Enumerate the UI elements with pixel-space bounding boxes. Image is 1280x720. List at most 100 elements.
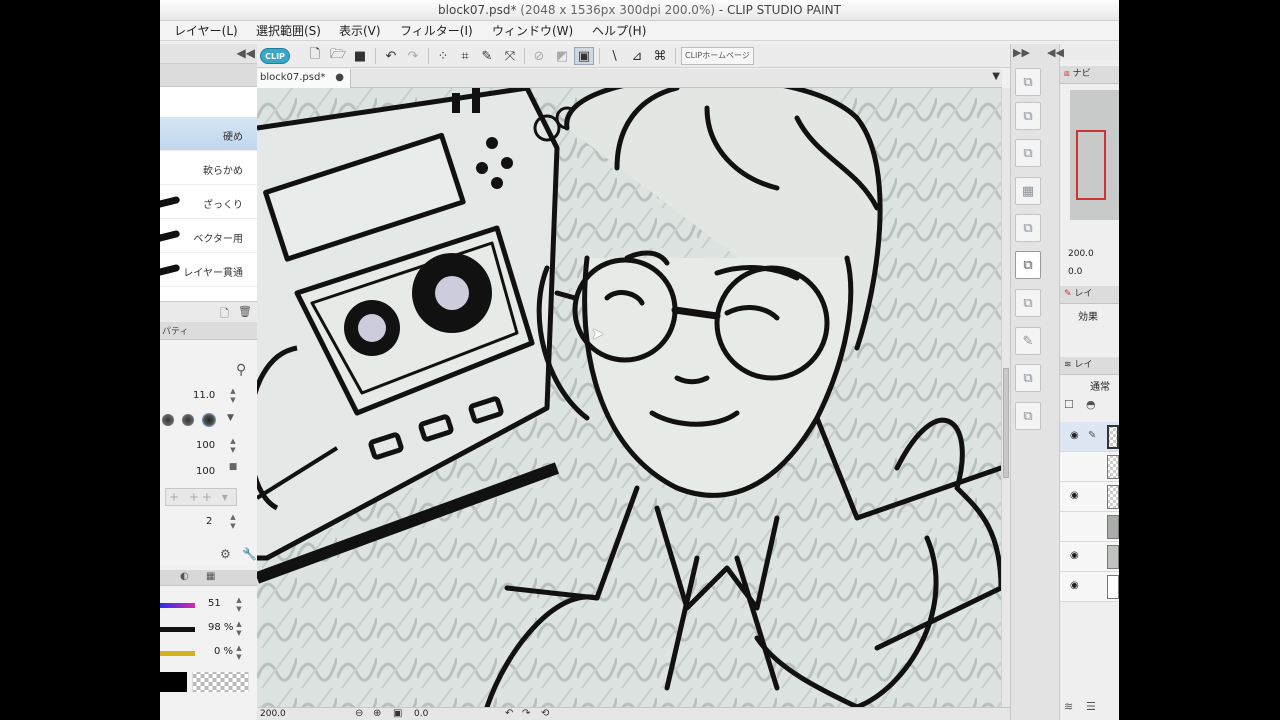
special-ruler-snap-icon[interactable]: ⊿ [627, 47, 647, 65]
brightness-value[interactable]: 0 % [214, 646, 233, 657]
brush-tip-medium-icon[interactable] [182, 414, 194, 426]
new-file-icon[interactable]: 🗋 [305, 47, 325, 65]
main-color-swatch[interactable] [160, 672, 187, 692]
density-value[interactable]: 100 [196, 466, 215, 477]
layer-row[interactable] [1060, 512, 1119, 542]
canvas-vertical-scrollbar[interactable] [1001, 88, 1010, 707]
undo-icon[interactable]: ↶ [381, 47, 401, 65]
color-set-tab-icon[interactable]: ▦ [206, 571, 215, 582]
brush-tip-large-icon[interactable] [202, 413, 216, 427]
visibility-eye-icon[interactable]: ◉ [1070, 490, 1079, 501]
menu-layer[interactable]: レイヤー(L) [174, 23, 238, 39]
menu-filter[interactable]: フィルター(I) [400, 23, 473, 39]
rotation-value[interactable]: 0.0 [414, 709, 428, 719]
rotate-right-icon[interactable]: ↷ [522, 708, 530, 719]
layer-menu-icon[interactable]: ≋ [1064, 700, 1073, 713]
brush-direction-control[interactable]: + ++ ▾ [165, 488, 237, 506]
crop-icon[interactable]: ⌗ [455, 47, 475, 65]
layer-copy-icon[interactable]: ⧉ [1015, 214, 1041, 242]
navigator-tab[interactable]: ⧈ ナビ [1060, 66, 1119, 84]
visibility-eye-icon[interactable]: ◉ [1070, 550, 1079, 561]
hue-spinner[interactable]: ▲ ▼ [234, 596, 244, 614]
rotate-left-icon[interactable]: ↶ [505, 708, 513, 719]
invert-selection-icon[interactable]: ◩ [552, 47, 572, 65]
transparent-color-swatch[interactable] [192, 672, 249, 692]
layer-panel-tab[interactable]: ≋ レイ [1060, 357, 1119, 375]
color-panel-tabs[interactable]: ◐ ▦ [160, 570, 257, 586]
layer-row[interactable] [1060, 452, 1119, 482]
brush-size-value[interactable]: 11.0 [193, 390, 215, 401]
layer-new-raster-icon[interactable]: ⧉ [1015, 68, 1041, 96]
redo-icon[interactable]: ↷ [403, 47, 423, 65]
save-icon[interactable]: ■ [350, 47, 370, 65]
layer-edit-icon[interactable]: ✎ [1015, 327, 1041, 355]
drawing-canvas[interactable]: ➤ [257, 88, 1001, 707]
clip-homepage-button[interactable]: CLIPホームページ [681, 47, 754, 65]
document-modified-dot[interactable]: ● [335, 69, 344, 87]
fit-screen-icon[interactable]: ▣ [393, 708, 402, 719]
layer-row[interactable]: ◉ [1060, 572, 1119, 602]
blend-mode-select[interactable]: 通常 [1090, 378, 1110, 393]
ruler-snap-icon[interactable]: ∖ [604, 47, 624, 65]
settings-icon[interactable]: ⚙ [220, 547, 231, 561]
layer-pin-icon[interactable]: ⧉ [1015, 402, 1041, 430]
brush-item-soft[interactable]: 軟らかめ [160, 151, 257, 185]
grid-snap-icon[interactable]: ⌘ [650, 47, 670, 65]
layer-merge-icon[interactable]: ⧉ [1015, 251, 1041, 279]
menu-window[interactable]: ウィンドウ(W) [492, 23, 573, 39]
brush-item-through-layer[interactable]: レイヤー貫通 [160, 253, 257, 287]
reset-rotation-icon[interactable]: ⟲ [541, 708, 549, 719]
pen-fill-icon[interactable]: ✎ [477, 47, 497, 65]
stabilization-value[interactable]: 2 [206, 516, 212, 527]
search-icon[interactable]: ⚲ [236, 362, 246, 378]
brightness-spinner[interactable]: ▲ ▼ [234, 644, 244, 662]
saturation-spinner[interactable]: ▲ ▼ [234, 620, 244, 638]
layer-row[interactable]: ◉ ✎ [1060, 422, 1119, 452]
opacity-spinner[interactable]: ▲ ▼ [228, 437, 238, 455]
stabilization-spinner[interactable]: ▲ ▼ [228, 513, 238, 531]
navigator-preview[interactable] [1070, 90, 1119, 220]
layer-property-tab[interactable]: ✎ レイ [1060, 286, 1119, 304]
zoom-out-icon[interactable]: ⊖ [355, 708, 363, 719]
clip-logo-button[interactable]: CLIP [260, 48, 290, 64]
navigator-viewport-frame[interactable] [1076, 130, 1106, 200]
color-wheel-tab-icon[interactable]: ◐ [180, 571, 189, 582]
brush-item-rough[interactable]: ざっくり [160, 185, 257, 219]
document-tab[interactable]: block07.psd* ● [257, 69, 351, 88]
visibility-eye-icon[interactable]: ◉ [1070, 430, 1079, 441]
layer-mask-icon[interactable]: ◓ [1086, 398, 1096, 411]
clear-selection-icon[interactable]: ⁘ [433, 47, 453, 65]
brush-item-vector[interactable]: ベクター用 [160, 219, 257, 253]
menu-view[interactable]: 表示(V) [339, 23, 381, 39]
open-file-icon[interactable]: 🗁 [328, 47, 348, 65]
density-toggle[interactable]: ■ [228, 463, 238, 481]
layer-fill-icon[interactable]: ⧉ [1015, 364, 1041, 392]
collapse-right-icon[interactable]: ◀◀ [1047, 46, 1064, 59]
layer-row[interactable]: ◉ [1060, 542, 1119, 572]
layer-row[interactable]: ◉ [1060, 482, 1119, 512]
saturation-value[interactable]: 98 % [208, 622, 233, 633]
menu-help[interactable]: ヘルプ(H) [592, 23, 646, 39]
tab-menu-chevron-icon[interactable]: ▼ [992, 71, 1000, 82]
navigator-zoom-value[interactable]: 200.0 [1068, 249, 1094, 259]
menu-selection[interactable]: 選択範囲(S) [256, 23, 321, 39]
zoom-value[interactable]: 200.0 [260, 709, 286, 719]
tool-property-tab[interactable]: パティ [160, 322, 257, 340]
layer-transparent-icon[interactable]: ▦ [1015, 177, 1041, 205]
hue-value[interactable]: 51 [208, 598, 221, 609]
layer-list-icon[interactable]: ☰ [1086, 700, 1096, 713]
layer-new-vector-icon[interactable]: ⧉ [1015, 102, 1041, 130]
show-selection-icon[interactable]: ▣ [574, 47, 594, 65]
transform-icon[interactable]: ⤧ [500, 47, 520, 65]
collapse-left-icon[interactable]: ◀◀ [237, 46, 255, 60]
hue-slider[interactable] [160, 603, 195, 608]
layer-delete-icon[interactable]: ⧉ [1015, 139, 1041, 167]
layer-option-icon[interactable]: ☐ [1064, 398, 1074, 411]
brightness-slider[interactable] [160, 651, 195, 656]
wrench-icon[interactable]: 🔧 [242, 547, 257, 561]
visibility-eye-icon[interactable]: ◉ [1070, 580, 1079, 591]
opacity-value[interactable]: 100 [196, 440, 215, 451]
trash-icon[interactable]: 🗑 [238, 305, 252, 318]
navigator-rotate-value[interactable]: 0.0 [1068, 267, 1082, 277]
brush-item-hard[interactable]: 硬め [160, 117, 257, 151]
